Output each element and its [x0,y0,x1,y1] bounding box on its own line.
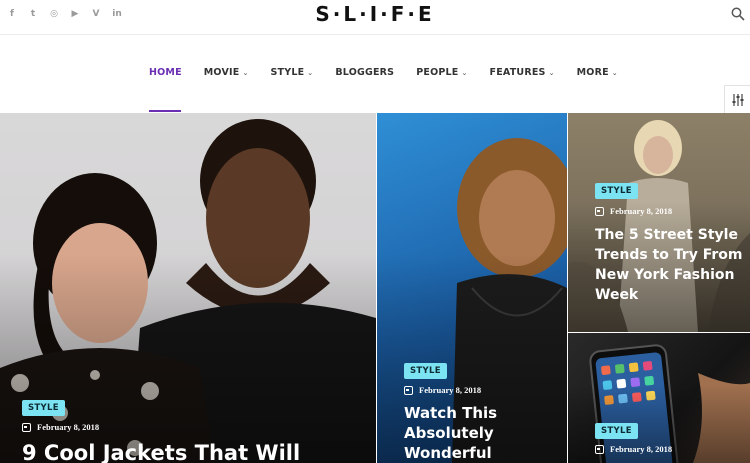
category-badge[interactable]: STYLE [595,183,638,199]
post-title[interactable]: 9 Cool Jackets That Will [22,441,367,463]
nav-label: PEOPLE [416,67,459,78]
nav-item-bloggers[interactable]: BLOGGERS [335,67,394,78]
post-date: February 8, 2018 [595,206,672,216]
featured-post-card[interactable]: STYLE February 8, 2018 The 5 Street Styl… [568,113,750,332]
nav-label: MORE [576,67,609,78]
category-badge[interactable]: STYLE [595,423,638,439]
nav-item-more[interactable]: MORE ⌄ [577,67,618,78]
chevron-down-icon: ⌄ [461,68,468,77]
chevron-down-icon: ⌄ [548,68,555,77]
site-logo[interactable]: S·L·I·F·E [0,2,750,26]
featured-post-card[interactable]: STYLE February 8, 2018 Watch This Absolu… [377,113,567,463]
search-icon[interactable] [731,7,745,21]
nav-item-movie[interactable]: MOVIE ⌄ [204,67,249,78]
active-nav-indicator [149,110,181,112]
featured-post-card[interactable]: STYLE February 8, 2018 9 Cool Jackets Th… [0,113,376,463]
nav-label: BLOGGERS [335,67,395,78]
main-nav: HOME MOVIE ⌄ STYLE ⌄ BLOGGERS PEOPLE ⌄ FEAT… [0,35,750,115]
calendar-icon [22,422,31,432]
post-date: February 8, 2018 [22,422,99,432]
nav-item-home[interactable]: HOME [149,67,182,78]
post-date-text: February 8, 2018 [419,385,482,395]
nav-item-style[interactable]: STYLE ⌄ [271,67,314,78]
post-date: February 8, 2018 [595,444,672,454]
post-date-text: February 8, 2018 [610,206,673,216]
chevron-down-icon: ⌄ [242,68,249,77]
top-bar: f t ◎ ▶ V in S·L·I·F·E [0,0,750,35]
post-date-text: February 8, 2018 [610,444,673,454]
category-badge[interactable]: STYLE [404,363,447,379]
nav-label: FEATURES [489,67,546,78]
post-title[interactable]: The 5 Street Style Trends to Try From Ne… [595,225,745,305]
sliders-icon [732,94,743,106]
customizer-toggle[interactable] [724,85,750,115]
nav-label: MOVIE [203,67,240,78]
featured-post-card[interactable]: STYLE February 8, 2018 [568,333,750,463]
category-badge[interactable]: STYLE [22,400,65,416]
chevron-down-icon: ⌄ [307,68,314,77]
calendar-icon [404,385,413,395]
post-date: February 8, 2018 [404,385,481,395]
nav-label: HOME [149,67,182,78]
calendar-icon [595,206,604,216]
post-date-text: February 8, 2018 [37,422,100,432]
nav-label: STYLE [270,67,305,78]
nav-item-people[interactable]: PEOPLE ⌄ [416,67,467,78]
post-title[interactable]: Watch This Absolutely Wonderful [404,404,554,463]
nav-item-features[interactable]: FEATURES ⌄ [490,67,555,78]
chevron-down-icon: ⌄ [611,68,618,77]
featured-posts-grid: STYLE February 8, 2018 9 Cool Jackets Th… [0,113,750,463]
calendar-icon [595,444,604,454]
